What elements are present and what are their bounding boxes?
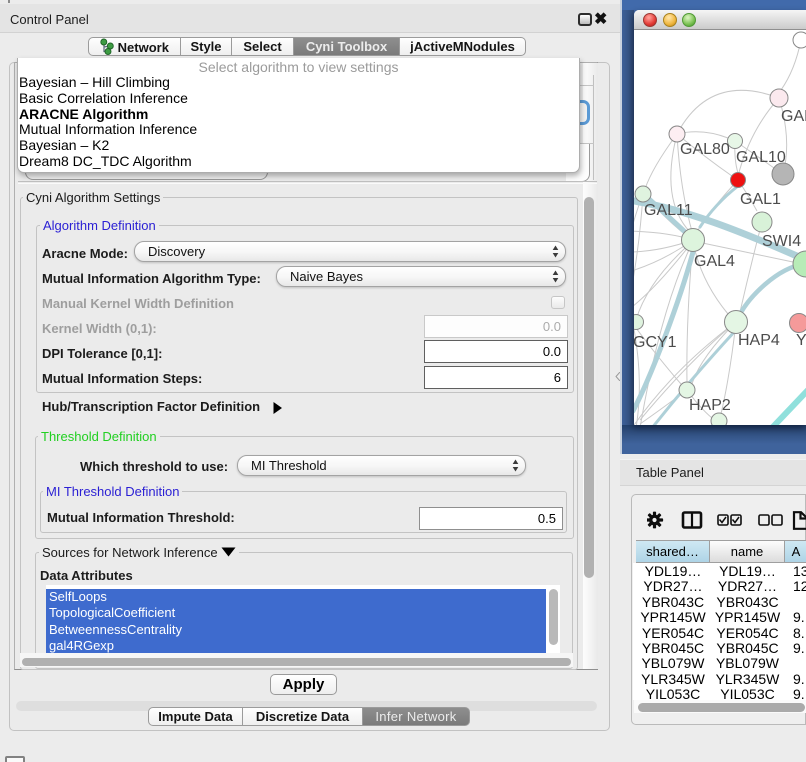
- svg-text:GAL1: GAL1: [740, 191, 781, 208]
- svg-text:SWI4: SWI4: [762, 233, 801, 250]
- svg-text:Y: Y: [796, 332, 806, 349]
- svg-text:HAP4: HAP4: [738, 332, 780, 349]
- svg-text:GAL: GAL: [781, 108, 806, 125]
- svg-text:GAL4: GAL4: [694, 253, 735, 270]
- svg-text:HAP2: HAP2: [689, 397, 731, 414]
- svg-text:GAL80: GAL80: [680, 141, 730, 158]
- svg-text:GCY1: GCY1: [634, 334, 677, 351]
- svg-text:GAL11: GAL11: [644, 202, 693, 219]
- svg-text:GAL10: GAL10: [736, 149, 786, 166]
